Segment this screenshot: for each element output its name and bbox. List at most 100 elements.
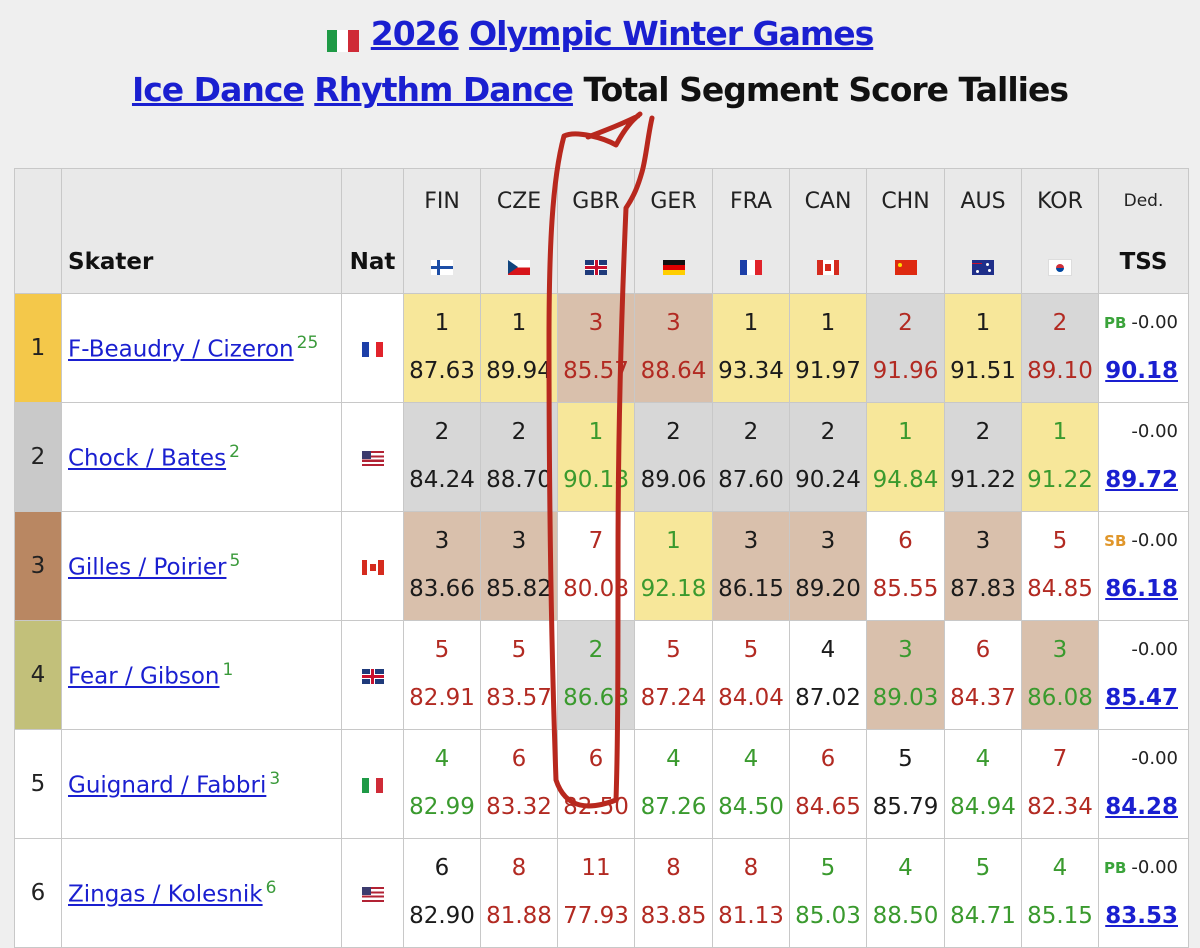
- judge-score-cell: 4 85.15: [1021, 838, 1099, 948]
- nat-cell: [341, 729, 404, 839]
- judge-ordinal: 2: [898, 310, 913, 336]
- judge-score-cell: 1 89.94: [480, 293, 558, 403]
- judge-score-cell: 3 89.03: [866, 620, 945, 730]
- judge-code: GBR: [572, 189, 620, 214]
- judge-score: 88.64: [640, 358, 707, 384]
- tss-link[interactable]: 90.18: [1105, 358, 1178, 384]
- year-link[interactable]: 2026: [371, 14, 460, 53]
- tss-header-label: TSS: [1119, 249, 1168, 275]
- judge-score-cell: 4 84.94: [944, 729, 1022, 839]
- judge-ordinal: 5: [898, 746, 913, 772]
- judge-score-cell: 1 87.63: [403, 293, 481, 403]
- tss-link[interactable]: 89.72: [1105, 467, 1178, 493]
- tss-cell: PB -0.00 83.53: [1098, 838, 1189, 948]
- italy-flag-icon: [361, 775, 384, 794]
- tss-link[interactable]: 86.18: [1105, 576, 1178, 602]
- judge-score-cell: 3 86.15: [712, 511, 790, 621]
- nat-cell: [341, 620, 404, 730]
- deduction-value: -0.00: [1131, 857, 1178, 878]
- tss-cell: PB -0.00 90.18: [1098, 293, 1189, 403]
- judge-ordinal: 1: [743, 310, 759, 336]
- skater-link[interactable]: Fear / Gibson: [68, 664, 220, 690]
- judge-ordinal: 6: [434, 855, 450, 881]
- title-line-2: Ice Dance Rhythm Dance Total Segment Sco…: [0, 70, 1200, 109]
- judge-ordinal: 2: [975, 419, 991, 445]
- games-link[interactable]: Olympic Winter Games: [469, 14, 874, 53]
- tss-cell: -0.00 89.72: [1098, 402, 1189, 512]
- judge-ordinal: 3: [666, 310, 681, 336]
- table-row: 6 Zingas / Kolesnik 6 6 82.90 8 81.88 11 77.93 8 8…: [14, 838, 1189, 948]
- canada-flag-icon: [817, 257, 839, 275]
- judge-score-cell: 1 94.84: [866, 402, 945, 512]
- judge-score-cell: 4 88.50: [866, 838, 945, 948]
- judge-score-cell: 6 84.37: [944, 620, 1022, 730]
- judge-header-gbr: GBR: [557, 168, 635, 294]
- judge-ordinal: 1: [434, 310, 450, 336]
- judge-ordinal: 8: [666, 855, 681, 881]
- judge-header-can: CAN: [789, 168, 867, 294]
- judge-score-cell: 5 84.04: [712, 620, 790, 730]
- skater-link[interactable]: Zingas / Kolesnik: [68, 882, 263, 908]
- judge-code: CAN: [804, 189, 852, 214]
- table-row: 5 Guignard / Fabbri 3 4 82.99 6 83.32 6 82.50 4 87…: [14, 729, 1189, 839]
- table-row: 1 F-Beaudry / Cizeron 25 1 87.63 1 89.94 3 85.57…: [14, 293, 1189, 403]
- germany-flag-icon: [662, 257, 685, 275]
- judge-score: 85.82: [486, 576, 552, 602]
- tss-link[interactable]: 85.47: [1105, 685, 1178, 711]
- table-header-row: Skater Nat FIN CZE GBR GER FRA CAN CHN AUS KOR De…: [14, 168, 1189, 294]
- judge-ordinal: 1: [820, 310, 836, 336]
- judge-score-cell: 3 85.82: [480, 511, 558, 621]
- judge-ordinal: 5: [511, 637, 527, 663]
- discipline-link[interactable]: Ice Dance: [132, 70, 305, 109]
- judge-ordinal: 6: [511, 746, 527, 772]
- judge-score-cell: 1 91.51: [944, 293, 1022, 403]
- judge-ordinal: 2: [666, 419, 681, 445]
- judge-code: AUS: [960, 189, 1006, 214]
- judge-score-cell: 3 86.08: [1021, 620, 1099, 730]
- deduction-value: -0.00: [1131, 421, 1178, 442]
- judge-ordinal: 2: [743, 419, 759, 445]
- skater-header: Skater: [61, 168, 342, 294]
- judge-score: 83.57: [486, 685, 552, 711]
- judge-score: 85.03: [795, 903, 861, 929]
- ded-header: Ded.: [1123, 191, 1164, 211]
- judge-score-cell: 3 87.83: [944, 511, 1022, 621]
- judge-score-cell: 2 90.24: [789, 402, 867, 512]
- judge-score: 88.70: [486, 467, 552, 493]
- judge-score: 86.15: [718, 576, 784, 602]
- page-header: 2026 Olympic Winter Games Ice Dance Rhyt…: [0, 0, 1200, 160]
- skater-cell: Zingas / Kolesnik 6: [61, 838, 342, 948]
- judge-score-cell: 7 82.34: [1021, 729, 1099, 839]
- judge-ordinal: 3: [820, 528, 836, 554]
- deduction-value: -0.00: [1131, 312, 1178, 333]
- tss-cell: SB -0.00 86.18: [1098, 511, 1189, 621]
- judge-score-cell: 6 84.65: [789, 729, 867, 839]
- judge-ordinal: 4: [975, 746, 991, 772]
- judge-code: CZE: [496, 189, 542, 214]
- australia-flag-icon: [972, 257, 994, 275]
- skater-cell: Guignard / Fabbri 3: [61, 729, 342, 839]
- segment-link[interactable]: Rhythm Dance: [314, 70, 574, 109]
- uk-flag-icon: [585, 257, 607, 275]
- judge-score: 91.97: [795, 358, 861, 384]
- judge-score: 80.08: [563, 576, 629, 602]
- judge-score: 94.84: [872, 467, 939, 493]
- judge-score: 93.34: [718, 358, 784, 384]
- judge-score-cell: 8 81.88: [480, 838, 558, 948]
- judge-ordinal: 3: [434, 528, 450, 554]
- skater-link[interactable]: Gilles / Poirier: [68, 555, 226, 581]
- judge-score: 84.85: [1027, 576, 1093, 602]
- skater-superscript: 25: [296, 333, 319, 354]
- skater-link[interactable]: Chock / Bates: [68, 446, 226, 472]
- judge-code: KOR: [1037, 189, 1083, 214]
- tss-link[interactable]: 84.28: [1105, 794, 1178, 820]
- deduction-value: -0.00: [1131, 530, 1178, 551]
- italy-flag-icon: [326, 21, 359, 52]
- skater-link[interactable]: F-Beaudry / Cizeron: [68, 337, 294, 363]
- nat-cell: [341, 402, 404, 512]
- judge-header-chn: CHN: [866, 168, 945, 294]
- skater-link[interactable]: Guignard / Fabbri: [68, 773, 266, 799]
- tss-link[interactable]: 83.53: [1105, 903, 1178, 929]
- nat-header: Nat: [341, 168, 404, 294]
- judge-score-cell: 6 82.50: [557, 729, 635, 839]
